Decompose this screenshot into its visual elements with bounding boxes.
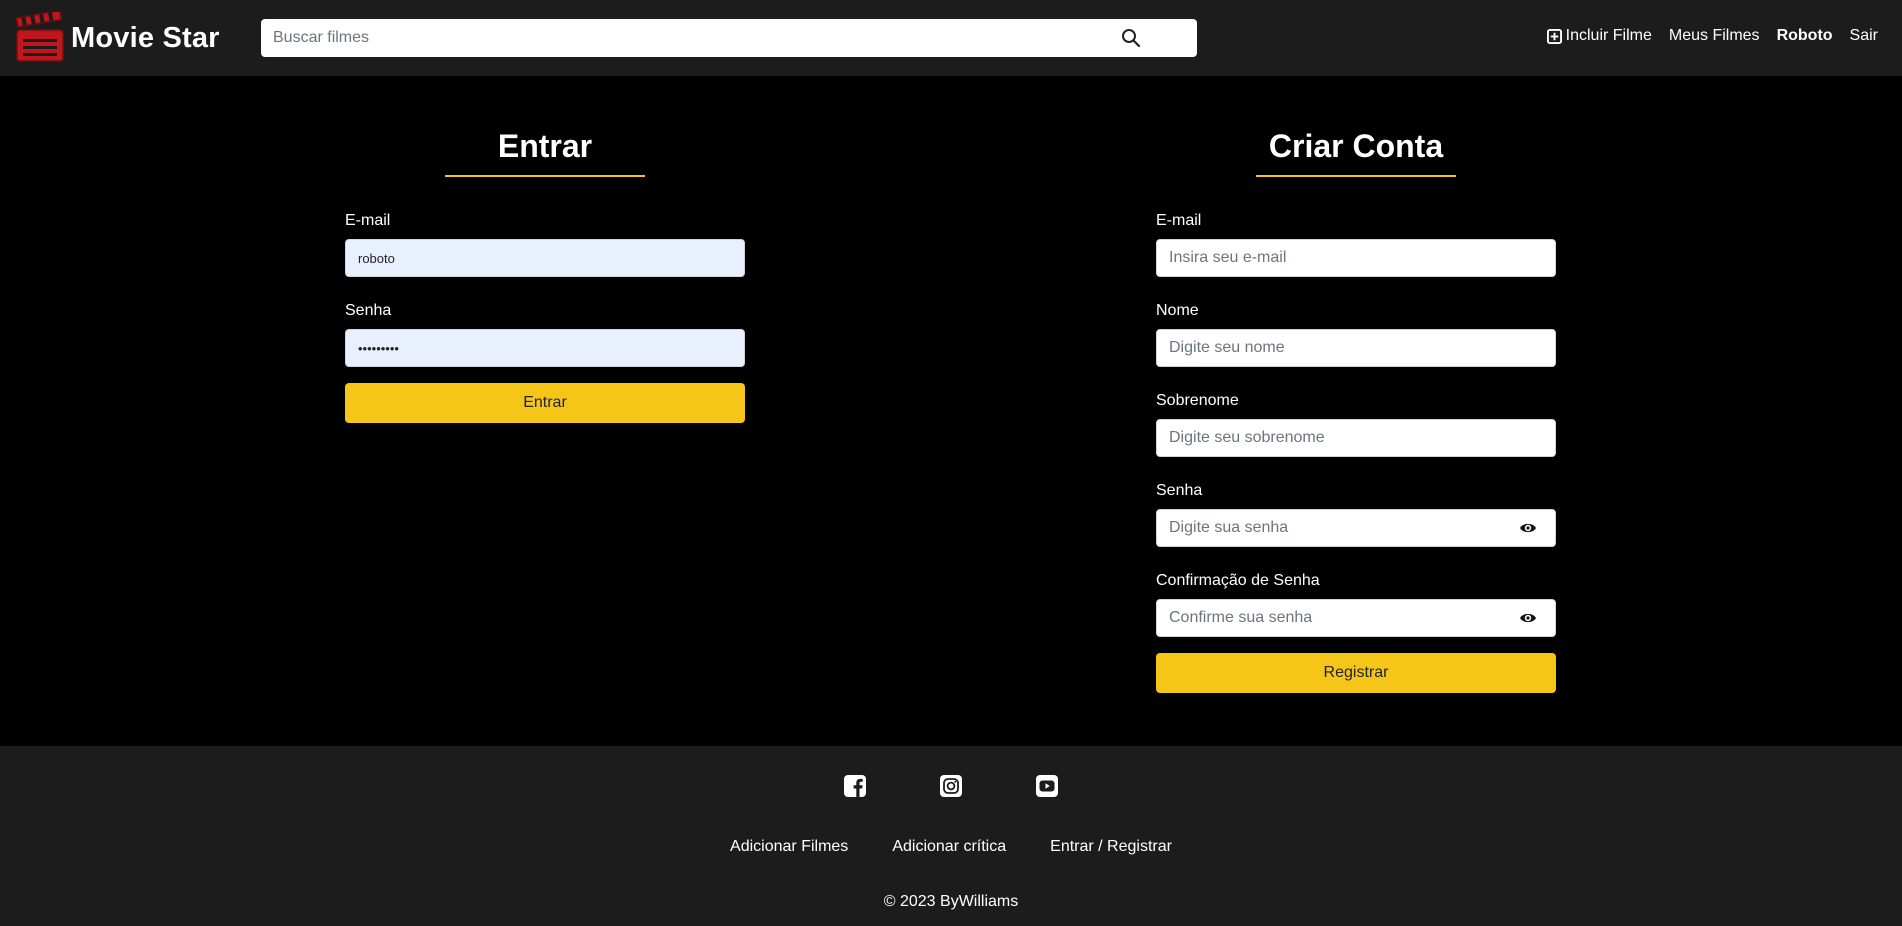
login-email-field[interactable] xyxy=(346,240,744,276)
facebook-icon[interactable] xyxy=(843,774,867,798)
logout-link[interactable]: Sair xyxy=(1850,27,1878,45)
register-button[interactable]: Registrar xyxy=(1156,653,1556,693)
brand-link[interactable]: Movie Star xyxy=(14,12,220,64)
footer: Adicionar Filmes Adicionar crítica Entra… xyxy=(0,746,1902,926)
register-password-field[interactable] xyxy=(1157,510,1555,546)
login-password-label: Senha xyxy=(345,302,392,319)
register-email-field[interactable] xyxy=(1157,240,1555,276)
register-name-box xyxy=(1156,329,1556,367)
copyright-text: © 2023 ByWilliams xyxy=(883,893,1019,910)
search-form xyxy=(261,19,1197,57)
register-title: Criar Conta xyxy=(1268,128,1444,164)
register-name-field[interactable] xyxy=(1157,330,1555,366)
register-name-label: Nome xyxy=(1156,302,1199,319)
register-confirm-box xyxy=(1156,599,1556,637)
login-title-underline xyxy=(445,175,645,177)
login-password-box xyxy=(345,329,745,367)
search-input[interactable] xyxy=(261,19,1141,57)
register-lastname-label: Sobrenome xyxy=(1156,392,1239,409)
my-movies-link[interactable]: Meus Filmes xyxy=(1669,27,1760,45)
footer-add-movies-link[interactable]: Adicionar Filmes xyxy=(730,838,848,856)
footer-add-review-link[interactable]: Adicionar crítica xyxy=(892,838,1006,856)
social-links xyxy=(0,774,1902,798)
footer-nav: Adicionar Filmes Adicionar crítica Entra… xyxy=(0,838,1902,856)
search-icon[interactable] xyxy=(1121,28,1141,48)
add-movie-link[interactable]: Incluir Filme xyxy=(1546,27,1652,45)
login-title: Entrar xyxy=(497,128,593,164)
login-panel: Entrar E-mail Senha Entrar xyxy=(345,126,745,423)
register-confirm-field[interactable] xyxy=(1157,600,1555,636)
register-password-label: Senha xyxy=(1156,482,1203,499)
user-profile-link[interactable]: Roboto xyxy=(1777,27,1833,45)
user-nav: Incluir Filme Meus Filmes Roboto Sair xyxy=(1546,27,1878,45)
show-confirm-password-eye-icon[interactable] xyxy=(1519,611,1537,625)
plus-square-icon xyxy=(1546,28,1562,44)
register-panel: Criar Conta E-mail Nome Sobrenome Senha … xyxy=(1156,126,1556,693)
top-navbar: Movie Star Incluir Filme Meus Filmes Rob… xyxy=(0,0,1902,76)
youtube-icon[interactable] xyxy=(1035,774,1059,798)
register-password-box xyxy=(1156,509,1556,547)
login-email-box xyxy=(345,239,745,277)
login-button[interactable]: Entrar xyxy=(345,383,745,423)
register-lastname-field[interactable] xyxy=(1157,420,1555,456)
register-email-box xyxy=(1156,239,1556,277)
add-movie-label: Incluir Filme xyxy=(1565,27,1652,44)
login-email-label: E-mail xyxy=(345,212,391,229)
register-email-label: E-mail xyxy=(1156,212,1202,229)
register-confirm-label: Confirmação de Senha xyxy=(1156,572,1320,589)
register-lastname-box xyxy=(1156,419,1556,457)
brand-name: Movie Star xyxy=(71,21,220,54)
show-password-eye-icon[interactable] xyxy=(1519,521,1537,535)
login-password-field[interactable] xyxy=(346,330,744,366)
clapperboard-icon xyxy=(15,12,64,62)
register-title-underline xyxy=(1256,175,1456,177)
instagram-icon[interactable] xyxy=(939,774,963,798)
footer-login-register-link[interactable]: Entrar / Registrar xyxy=(1050,838,1172,856)
